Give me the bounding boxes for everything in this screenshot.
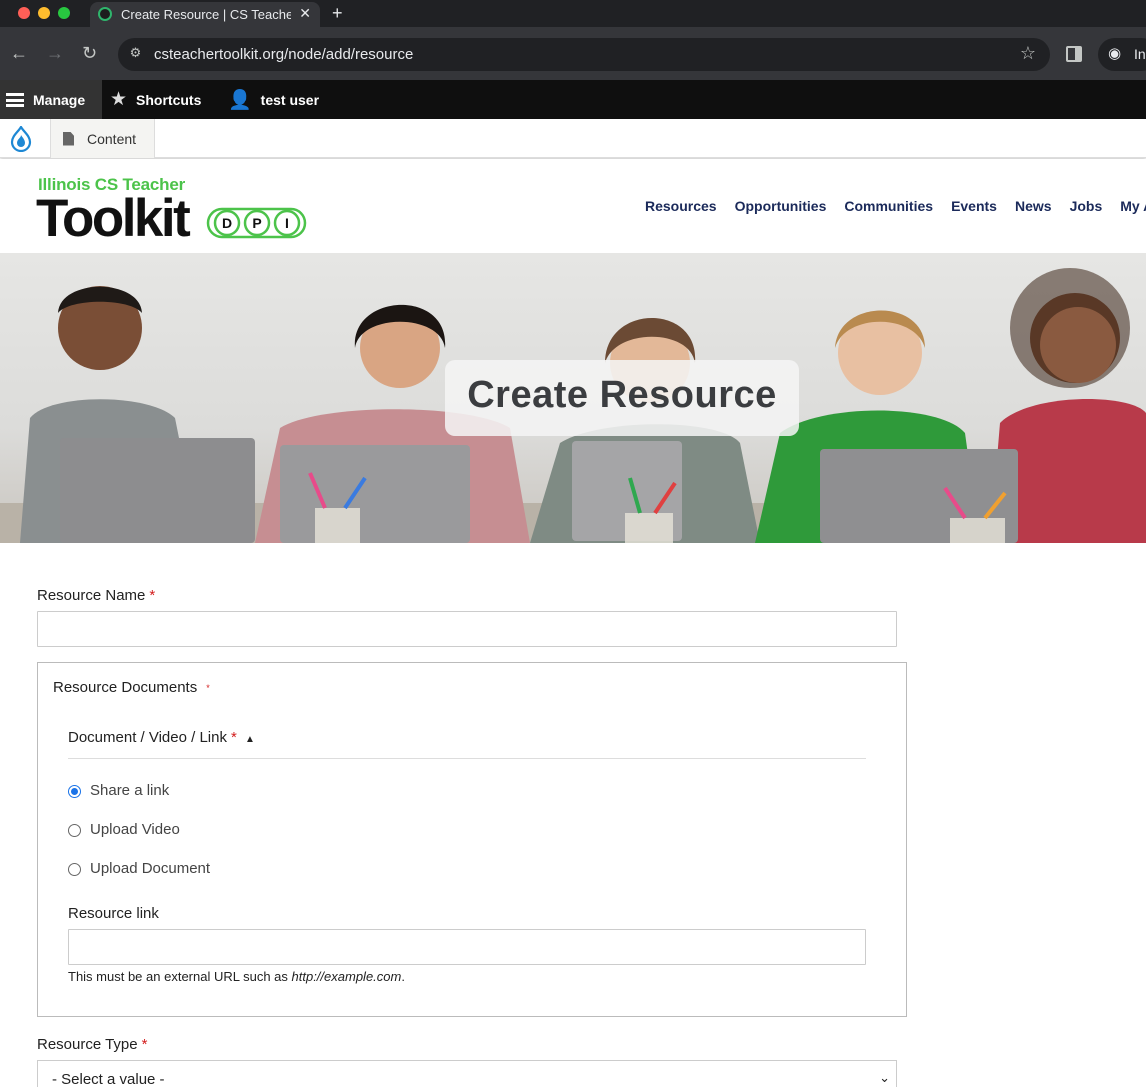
nav-my-account[interactable]: My Account (1120, 198, 1146, 214)
dpi-letter-i: I (285, 215, 289, 231)
resource-type-select[interactable]: - Select a value - ⌄ (37, 1060, 897, 1087)
drupal-drop-icon (10, 126, 32, 152)
reload-icon[interactable]: ↻ (82, 43, 97, 63)
close-window-button[interactable] (18, 7, 30, 19)
document-icon (63, 131, 74, 146)
incognito-icon: ◉ (1108, 45, 1122, 62)
resource-link-help: This must be an external URL such as htt… (68, 969, 405, 984)
document-type-label[interactable]: Document / Video / Link * ▲ (68, 729, 255, 746)
help-example-url: http://example.com (291, 969, 402, 984)
forward-arrow-icon[interactable]: → (46, 43, 64, 63)
nav-resources[interactable]: Resources (645, 198, 717, 214)
site-settings-icon[interactable]: ⚙ (126, 45, 145, 64)
nav-news[interactable]: News (1015, 198, 1052, 214)
help-prefix: This must be an external URL such as (68, 969, 292, 984)
admin-shortcuts-label: Shortcuts (136, 91, 202, 108)
nav-events[interactable]: Events (951, 198, 997, 214)
admin-manage-label: Manage (33, 91, 86, 108)
admin-shortcuts-button[interactable]: ★ Shortcuts (110, 80, 201, 119)
resource-name-input[interactable] (37, 611, 897, 647)
radio-share-link[interactable] (68, 785, 81, 798)
profile-label: In (1134, 46, 1146, 62)
hero-banner: Create Resource (0, 253, 1146, 543)
resource-link-label: Resource link (68, 905, 159, 922)
nav-communities[interactable]: Communities (844, 198, 933, 214)
hamburger-icon (6, 92, 24, 107)
document-type-label-text: Document / Video / Link (68, 729, 227, 746)
logo-title[interactable]: Toolkit (36, 189, 191, 249)
admin-toolbar: Manage ★ Shortcuts 👤 test user (0, 80, 1146, 119)
resource-documents-legend-text: Resource Documents (53, 679, 198, 696)
side-panel-icon[interactable] (1066, 46, 1082, 62)
new-tab-button[interactable]: + (332, 3, 343, 24)
collapse-triangle-icon[interactable]: ▲ (245, 734, 255, 745)
admin-tray: Content (0, 119, 1146, 158)
admin-user-button[interactable]: 👤 test user (228, 80, 319, 119)
resource-type-label: Resource Type * (37, 1036, 147, 1053)
tab-close-icon[interactable]: ✕ (299, 5, 311, 22)
browser-tab-active[interactable]: Create Resource | CS Teacher Toolkit ✕ (90, 2, 320, 27)
bookmark-star-icon[interactable]: ☆ (1020, 43, 1036, 64)
maximize-window-button[interactable] (58, 7, 70, 19)
back-arrow-icon[interactable]: ← (10, 43, 28, 63)
resource-type-selected-value: - Select a value - (52, 1071, 165, 1087)
nav-opportunities[interactable]: Opportunities (735, 198, 827, 214)
resource-link-input[interactable] (68, 929, 866, 965)
admin-user-label: test user (260, 91, 320, 108)
browser-toolbar: ← → ↻ ⚙ csteachertoolkit.org/node/add/re… (0, 27, 1146, 80)
resource-type-label-text: Resource Type (37, 1036, 138, 1053)
url-text[interactable]: csteachertoolkit.org/node/add/resource (154, 46, 413, 63)
tab-title: Create Resource | CS Teacher Toolkit (121, 7, 291, 22)
section-divider (68, 758, 866, 759)
dpi-letter-d: D (222, 215, 232, 231)
resource-name-label-text: Resource Name (37, 587, 146, 604)
address-bar[interactable]: ⚙ csteachertoolkit.org/node/add/resource… (118, 38, 1050, 71)
required-marker: * (230, 729, 237, 746)
incognito-profile-button[interactable]: ◉ In (1098, 38, 1146, 71)
main-navigation: Resources Opportunities Communities Even… (645, 198, 1146, 214)
resource-name-label: Resource Name * (37, 587, 155, 604)
tray-content-link[interactable]: Content (51, 119, 155, 158)
radio-upload-video[interactable] (68, 824, 81, 837)
help-suffix: . (401, 969, 405, 984)
nav-jobs[interactable]: Jobs (1070, 198, 1103, 214)
chevron-down-icon: ⌄ (879, 1070, 890, 1085)
dpi-logo-badge: D P I (206, 207, 307, 239)
minimize-window-button[interactable] (38, 7, 50, 19)
hero-title-box: Create Resource (445, 360, 799, 436)
admin-manage-button[interactable]: Manage (0, 80, 102, 119)
radio-upload-document[interactable] (68, 863, 81, 876)
required-marker: * (141, 1036, 148, 1053)
drupal-home-button[interactable] (0, 119, 51, 158)
required-marker: * (149, 587, 156, 604)
radio-upload-video-label[interactable]: Upload Video (90, 821, 180, 838)
dpi-letter-p: P (252, 215, 261, 231)
site-header: Illinois CS Teacher Toolkit D P I Resour… (0, 159, 1146, 253)
user-icon: 👤 (228, 89, 252, 111)
site-favicon-icon (98, 7, 112, 21)
required-marker: * (206, 683, 210, 694)
browser-tab-bar: Create Resource | CS Teacher Toolkit ✕ + (0, 0, 1146, 27)
resource-documents-legend: Resource Documents * (53, 679, 210, 696)
star-icon: ★ (110, 89, 128, 110)
page-title: Create Resource (467, 374, 777, 416)
radio-upload-document-label[interactable]: Upload Document (90, 860, 210, 877)
radio-share-link-label[interactable]: Share a link (90, 782, 169, 799)
tray-content-label: Content (87, 130, 137, 147)
